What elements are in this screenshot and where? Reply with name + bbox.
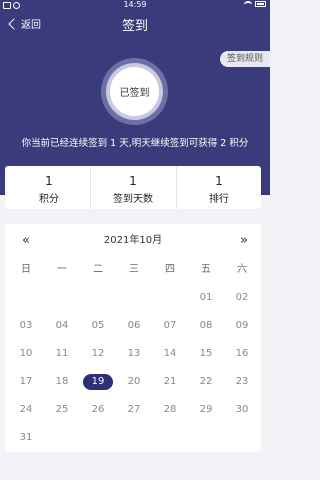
calendar-day[interactable]: 31 xyxy=(8,431,44,445)
wifi-icon xyxy=(244,1,252,7)
calendar-day[interactable]: 14 xyxy=(152,347,188,361)
day-label: 26 xyxy=(91,404,105,415)
sign-rules-button[interactable]: 签到规则 xyxy=(220,51,270,67)
weekday-label: 一 xyxy=(57,264,67,275)
stat-ranking-label: 排行 xyxy=(209,194,229,205)
calendar-day[interactable]: 16 xyxy=(224,347,260,361)
calendar-day[interactable]: 09 xyxy=(224,319,260,333)
day-label: 16 xyxy=(235,348,249,359)
weekday-label: 四 xyxy=(165,264,175,275)
calendar-day-today[interactable]: 19 xyxy=(80,374,116,390)
stat-points-value: 1 xyxy=(45,174,53,188)
calendar-day[interactable]: 13 xyxy=(116,347,152,361)
calendar-day[interactable]: 08 xyxy=(188,319,224,333)
weekday-label: 三 xyxy=(129,264,139,275)
day-label: 09 xyxy=(235,320,249,331)
day-label: 01 xyxy=(199,292,213,303)
stat-sign-days-label: 签到天数 xyxy=(113,194,153,205)
battery-icon xyxy=(255,1,266,7)
calendar-day[interactable]: 17 xyxy=(8,375,44,389)
stat-ranking[interactable]: 1 排行 xyxy=(179,174,259,206)
day-label: 24 xyxy=(19,404,33,415)
day-label: 28 xyxy=(163,404,177,415)
stats-divider xyxy=(90,166,91,209)
day-label: 05 xyxy=(91,320,105,331)
day-label: 23 xyxy=(235,376,249,387)
calendar-day[interactable]: 24 xyxy=(8,403,44,417)
calendar-day[interactable]: 02 xyxy=(224,291,260,305)
status-bar: 14:59 xyxy=(0,0,270,10)
calendar-day[interactable]: 25 xyxy=(44,403,80,417)
day-label: 03 xyxy=(19,320,33,331)
calendar-day[interactable]: 11 xyxy=(44,347,80,361)
day-label: 06 xyxy=(127,320,141,331)
stats-card: 1 积分 1 签到天数 1 排行 xyxy=(5,166,261,209)
calendar-day[interactable]: 27 xyxy=(116,403,152,417)
day-label: 15 xyxy=(199,348,213,359)
stat-points[interactable]: 1 积分 xyxy=(9,174,89,206)
calendar-day[interactable]: 30 xyxy=(224,403,260,417)
month-label: 2021年10月 xyxy=(103,235,163,246)
calendar-day[interactable]: 03 xyxy=(8,319,44,333)
sign-in-button[interactable]: 已签到 xyxy=(110,67,159,116)
day-label: 02 xyxy=(235,292,249,303)
weekday-label: 六 xyxy=(237,264,247,275)
stat-ranking-value: 1 xyxy=(215,174,223,188)
stat-points-label: 积分 xyxy=(39,194,59,205)
calendar-day[interactable]: 04 xyxy=(44,319,80,333)
day-label: 12 xyxy=(91,348,105,359)
status-time: 14:59 xyxy=(123,0,147,9)
day-label: 11 xyxy=(55,348,69,359)
stats-divider xyxy=(176,166,177,209)
weekday-label: 二 xyxy=(93,264,103,275)
day-label: 18 xyxy=(55,376,69,387)
calendar-day[interactable]: 29 xyxy=(188,403,224,417)
day-label: 21 xyxy=(163,376,177,387)
weekday-label: 五 xyxy=(201,264,211,275)
calendar-card: « 2021年10月 » 日 一 二 三 四 五 六 01 02 03 04 05 06 07 08 09 1… xyxy=(5,224,261,452)
day-label: 29 xyxy=(199,404,213,415)
calendar-day[interactable]: 06 xyxy=(116,319,152,333)
day-label: 30 xyxy=(235,404,249,415)
streak-message: 你当前已经连续签到 1 天,明天继续签到可获得 2 积分 xyxy=(21,138,249,149)
day-label: 08 xyxy=(199,320,213,331)
calendar-day[interactable]: 15 xyxy=(188,347,224,361)
stat-sign-days-value: 1 xyxy=(129,174,137,188)
next-month-button[interactable]: » xyxy=(233,233,255,249)
calendar-day[interactable]: 28 xyxy=(152,403,188,417)
day-label: 22 xyxy=(199,376,213,387)
calendar-day[interactable]: 22 xyxy=(188,375,224,389)
calendar-day[interactable]: 05 xyxy=(80,319,116,333)
calendar-day[interactable]: 20 xyxy=(116,375,152,389)
calendar-day[interactable]: 18 xyxy=(44,375,80,389)
calendar-day[interactable]: 07 xyxy=(152,319,188,333)
calendar-day[interactable]: 21 xyxy=(152,375,188,389)
day-label: 07 xyxy=(163,320,177,331)
page-title: 签到 xyxy=(121,19,148,34)
day-label: 27 xyxy=(127,404,141,415)
calendar-day[interactable]: 23 xyxy=(224,375,260,389)
weekday-label: 日 xyxy=(21,264,31,275)
day-label: 13 xyxy=(127,348,141,359)
today-label: 19 xyxy=(91,376,105,387)
stat-sign-days[interactable]: 1 签到天数 xyxy=(93,174,173,206)
day-label: 17 xyxy=(19,376,33,387)
calendar-day[interactable]: 26 xyxy=(80,403,116,417)
day-label: 20 xyxy=(127,376,141,387)
calendar-day[interactable]: 10 xyxy=(8,347,44,361)
calendar-day[interactable]: 01 xyxy=(188,291,224,305)
weekday-row: 日一二三四五六 xyxy=(5,263,261,277)
day-label: 14 xyxy=(163,348,177,359)
day-label: 04 xyxy=(55,320,69,331)
nav-bar: 返回 签到 xyxy=(0,10,270,38)
day-label: 31 xyxy=(19,432,33,443)
calendar-day[interactable]: 12 xyxy=(80,347,116,361)
day-label: 10 xyxy=(19,348,33,359)
day-label: 25 xyxy=(55,404,69,415)
calendar-header: « 2021年10月 » xyxy=(5,233,261,249)
